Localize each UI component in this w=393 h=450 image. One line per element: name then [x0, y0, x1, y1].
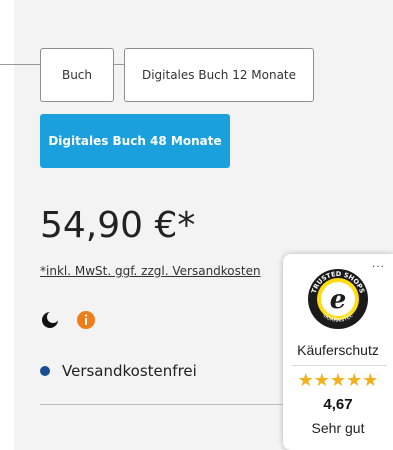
buyer-protection-label: Käuferschutz [297, 342, 379, 358]
option-buch-button[interactable]: Buch [40, 48, 114, 102]
seal-letter: e [330, 285, 347, 315]
more-icon[interactable]: ... [372, 256, 385, 270]
info-icon[interactable] [76, 310, 96, 335]
feature-icons [40, 310, 96, 335]
trusted-shops-seal: e TRUSTED SHOPS GUARANTEE [307, 268, 369, 335]
rating-score: 4,67 [323, 396, 353, 413]
rating-word: Sehr gut [311, 420, 365, 436]
badge-separator [291, 365, 387, 366]
option-digital-12-button[interactable]: Digitales Buch 12 Monate [124, 48, 314, 102]
divider [40, 404, 300, 405]
status-dot [40, 366, 50, 376]
moon-icon [40, 310, 60, 335]
price: 54,90 €* [40, 205, 196, 246]
rating-stars: ★★★★★ [297, 370, 379, 390]
shipping-info: Versandkostenfrei [40, 362, 197, 380]
trusted-shops-badge[interactable]: ... e TRUSTED SHOPS GUARANTEE Käuferschu… [283, 254, 393, 450]
option-digital-48-button[interactable]: Digitales Buch 48 Monate [40, 114, 230, 168]
tax-note-link[interactable]: *inkl. MwSt. ggf. zzgl. Versandkosten [40, 264, 290, 278]
shipping-label: Versandkostenfrei [62, 362, 197, 380]
